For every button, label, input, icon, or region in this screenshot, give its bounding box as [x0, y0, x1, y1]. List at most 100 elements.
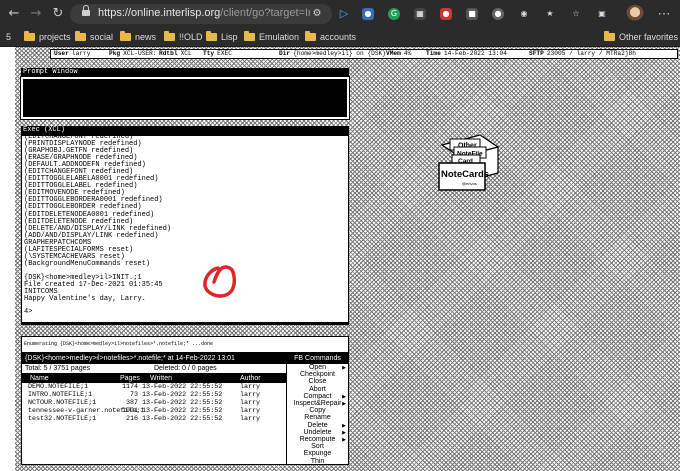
status-dir: Dir {home>medley>il} on {DSK}	[279, 50, 386, 57]
folder-icon	[120, 31, 131, 41]
nc-sublabel: @envos	[462, 181, 477, 186]
file-author: larry	[240, 407, 261, 415]
tab-actions-icon[interactable]: ▣	[596, 8, 608, 20]
folder-icon	[24, 31, 35, 41]
exec-line: (BackgroundMenuCommands reset)	[24, 259, 151, 268]
exec-line: File created 17-Dec-2021 01:35:45	[24, 280, 163, 289]
exec-window-bottom-border	[21, 323, 349, 325]
file-name: test32.NOTEFILE;1	[28, 415, 97, 423]
grid-extension-icon[interactable]: ▦	[414, 8, 426, 20]
file-row[interactable]: INTRO.NOTEFILE;1 73 13-Feb-2022 22:55:52 la…	[22, 391, 286, 399]
fb-command-label: Copy	[309, 407, 326, 415]
folder-icon	[604, 31, 615, 41]
file-name: DEMO.NOTEFILE;1	[28, 383, 89, 391]
bookmark-lisp[interactable]: Lisp	[206, 31, 238, 44]
file-author: larry	[240, 415, 261, 423]
url-text[interactable]: https://online.interlisp.org/client/go?t…	[98, 7, 310, 21]
file-browser-header: Name Pages Written Author	[22, 374, 286, 383]
file-written: 13-Feb-2022 22:55:52	[142, 383, 223, 391]
puzzle-extension-icon[interactable]: ■	[466, 8, 478, 20]
nc-tab-other: Other	[458, 143, 477, 150]
bookmark-news[interactable]: news	[120, 31, 156, 44]
file-author: larry	[240, 391, 261, 399]
bookmark-num-icon[interactable]: 5	[6, 31, 11, 44]
profile-avatar[interactable]	[626, 5, 644, 23]
red-extension-icon[interactable]: ●	[440, 8, 452, 20]
fb-command-label: Sort	[311, 443, 324, 451]
status-sftp: SFTP 23005 / larry / MTRa2j8h	[529, 50, 636, 57]
exec-output: (EDITCHANGEFONT redefined) (PRINTDISPLAYN…	[24, 136, 344, 304]
status-rdtbl: Rdtbl XCL	[159, 50, 192, 57]
bookmark-projects[interactable]: projects	[24, 31, 71, 44]
camera-icon[interactable]: ◉	[518, 8, 530, 20]
media-extension-icon[interactable]: ▷	[338, 8, 350, 20]
enumerating-message: Enumerating {DSK}<home>medley>il>notefil…	[21, 336, 349, 353]
file-row[interactable]: tennessee-v-garner.notefile;1 1901 13-Feb-…	[22, 407, 286, 415]
browser-toolbar: ← → ↻ https://online.interlisp.org/clien…	[0, 0, 680, 28]
fb-command-label: Undelete	[303, 428, 332, 436]
refresh-icon[interactable]: ↻	[50, 6, 66, 22]
file-row[interactable]: NCTOUR.NOTEFILE;1 387 13-Feb-2022 22:55:52…	[22, 399, 286, 407]
back-arrow-icon[interactable]: ←	[6, 6, 22, 22]
fb-col-author: Author	[240, 375, 261, 382]
fb-commands-menu: Open ▶ Checkpoint Close Abort Compact ▶ Inspect…	[287, 364, 348, 465]
file-browser[interactable]: {DSK}<home>medley>il>notefiles>*.notefil…	[21, 353, 349, 465]
exec-window-title[interactable]: Exec (XCL)	[21, 126, 349, 135]
fb-command-label: Thin	[310, 457, 325, 465]
forward-arrow-icon[interactable]: →	[28, 6, 44, 22]
status-bar: User larry Pkg XCL-USER: Rdtbl XCL Tty EXEC …	[50, 49, 678, 59]
exec-line: Happy Valentine's day, Larry.	[24, 295, 146, 304]
fb-command-label: Inspect&Repair	[293, 400, 342, 407]
file-row[interactable]: DEMO.NOTEFILE;1 1174 13-Feb-2022 22:55:52 l…	[22, 383, 286, 391]
file-written: 13-Feb-2022 22:55:52	[142, 399, 223, 407]
more-icon[interactable]: ⋯	[656, 6, 672, 22]
fb-col-name: Name	[30, 375, 49, 382]
circle-extension-icon[interactable]: ●	[492, 8, 504, 20]
file-written: 13-Feb-2022 22:55:52	[142, 391, 223, 399]
collections-icon[interactable]: ★	[544, 8, 556, 20]
status-tty: Tty EXEC	[203, 50, 232, 57]
folder-icon	[305, 31, 316, 41]
exec-prompt[interactable]: 4>	[24, 308, 32, 316]
file-author: larry	[240, 383, 261, 391]
grammarly-extension-icon[interactable]: G	[388, 8, 400, 20]
folder-icon	[244, 31, 255, 41]
status-vmem: VMem 4%	[386, 50, 412, 57]
nc-label: NoteCards	[441, 169, 489, 180]
file-row[interactable]: test32.NOTEFILE;1 216 13-Feb-2022 22:55:52…	[22, 415, 286, 423]
file-pages: 216	[125, 415, 138, 423]
fb-command-label: Recompute	[299, 436, 336, 443]
lock-icon[interactable]	[82, 5, 90, 18]
bookmark-old[interactable]: !!OLD	[164, 31, 203, 44]
fb-command-label: Close	[308, 378, 327, 386]
exec-window[interactable]: (EDITCHANGEFONT redefined) (PRINTDISPLAYN…	[21, 135, 349, 323]
file-pages: 1174	[121, 383, 138, 391]
notecards-icon[interactable]: Other NoteFile Card NoteCards @envos	[436, 131, 500, 193]
site-settings-icon[interactable]: ⚙	[310, 7, 324, 21]
desktop-left-margin	[0, 47, 15, 471]
bookmark-emulation[interactable]: Emulation	[244, 31, 299, 44]
favorites-icon[interactable]: ☆	[570, 8, 582, 20]
file-pages: 387	[125, 399, 138, 407]
file-pages: 1901	[121, 407, 138, 415]
file-browser-rows: DEMO.NOTEFILE;1 1174 13-Feb-2022 22:55:52 l…	[22, 383, 286, 465]
file-name: INTRO.NOTEFILE;1	[28, 391, 93, 399]
bookmark-social[interactable]: social	[75, 31, 113, 44]
prompt-window[interactable]	[20, 76, 350, 120]
fb-deleted: Deleted: 0 / 0 pages	[154, 365, 217, 372]
bookmarks-bar: 5 projects social news !!OLD Lisp Emulat…	[0, 28, 680, 47]
file-browser-info: Total: 5 / 3751 pages Deleted: 0 / 0 pag…	[22, 364, 286, 374]
fb-command-label: Compact	[303, 392, 332, 400]
status-pkg: Pkg XCL-USER:	[109, 50, 157, 57]
other-favorites[interactable]: Other favorites	[604, 31, 678, 44]
prompt-window-title[interactable]: Prompt Window	[21, 68, 349, 77]
shield-extension-icon[interactable]: ●	[362, 8, 374, 20]
fb-command-item[interactable]: Thin	[287, 458, 348, 466]
file-written: 13-Feb-2022 22:55:52	[142, 407, 223, 415]
bookmark-accounts[interactable]: accounts	[305, 31, 356, 44]
folder-icon	[75, 31, 86, 41]
fb-command-label: Abort	[309, 385, 326, 393]
fb-command-label: Expunge	[303, 450, 332, 458]
folder-icon	[206, 31, 217, 41]
folder-icon	[164, 31, 175, 41]
